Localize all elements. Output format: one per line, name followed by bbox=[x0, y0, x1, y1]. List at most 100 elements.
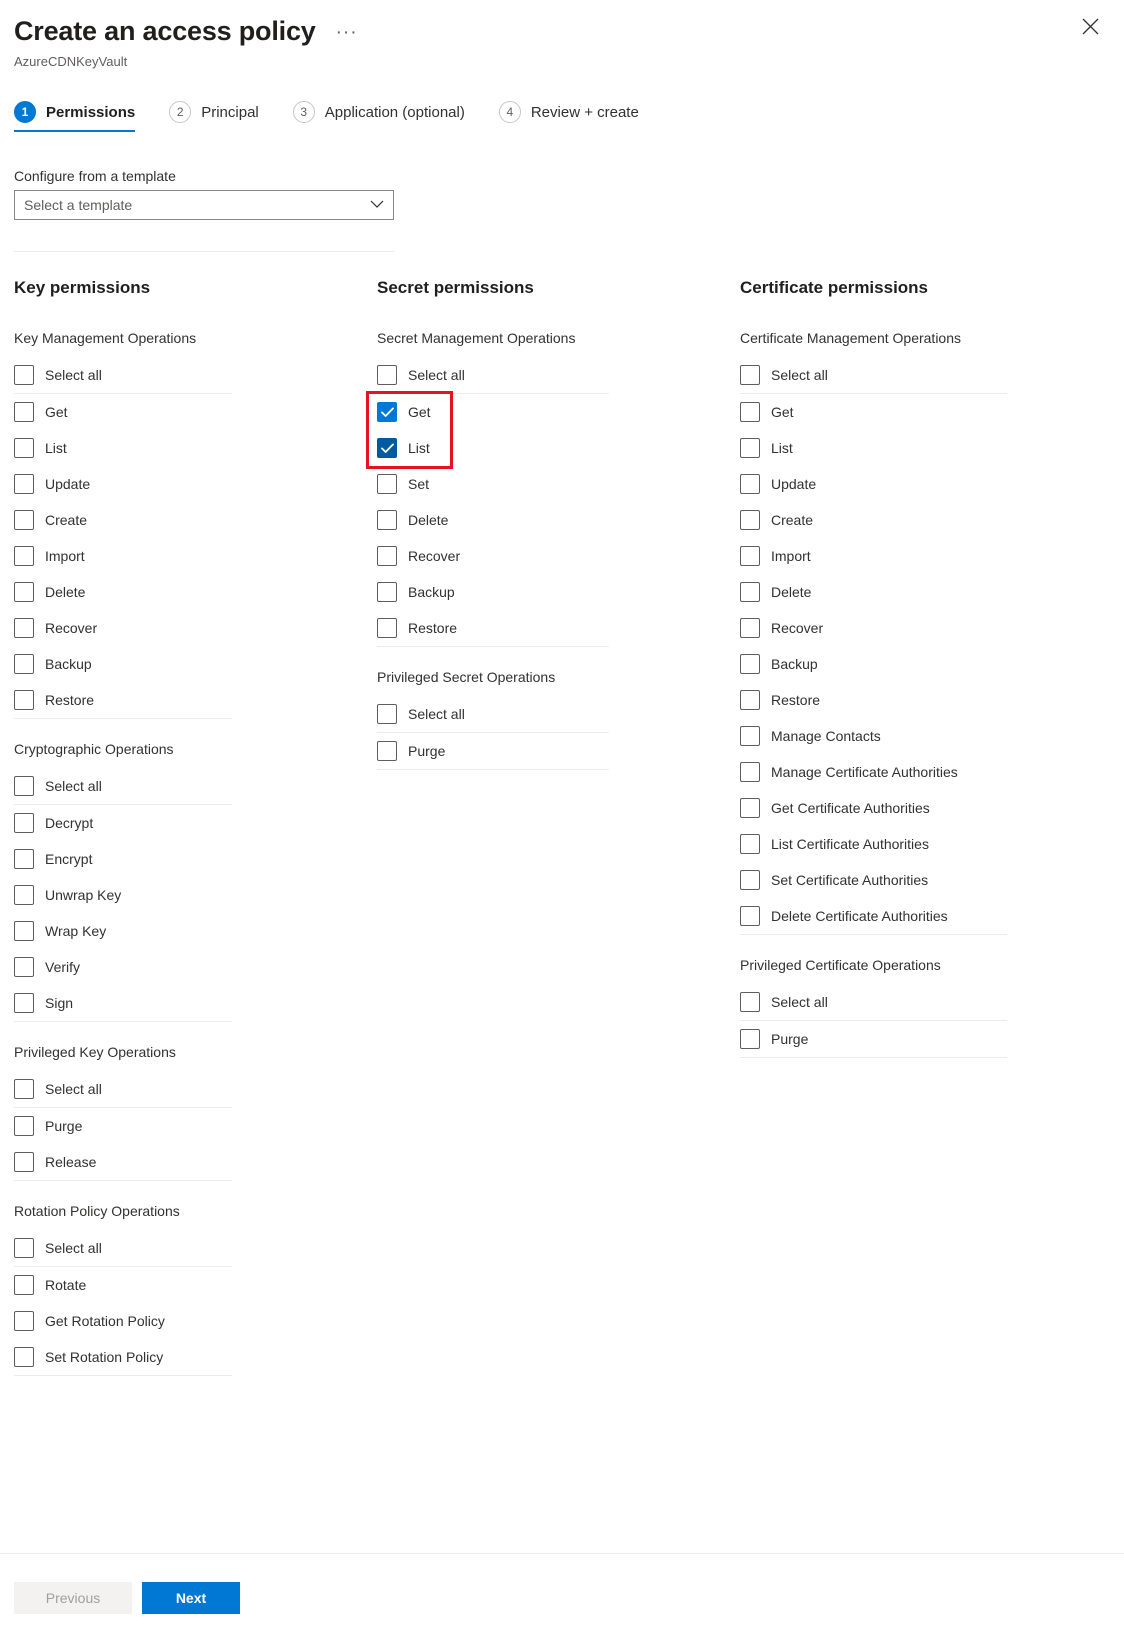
checkbox-list[interactable]: List bbox=[377, 430, 609, 466]
checkbox-icon[interactable] bbox=[377, 618, 397, 638]
tab-review-create[interactable]: 4 Review + create bbox=[498, 101, 639, 132]
checkbox-icon[interactable] bbox=[14, 474, 34, 494]
checkbox-restore[interactable]: Restore bbox=[740, 682, 1007, 718]
checkbox-delete-certificate-authorities[interactable]: Delete Certificate Authorities bbox=[740, 898, 1007, 934]
checkbox-sign[interactable]: Sign bbox=[14, 985, 232, 1021]
checkbox-icon[interactable] bbox=[740, 834, 760, 854]
checkbox-get-rotation-policy[interactable]: Get Rotation Policy bbox=[14, 1303, 232, 1339]
checkbox-icon[interactable] bbox=[14, 921, 34, 941]
tab-application[interactable]: 3 Application (optional) bbox=[292, 101, 465, 132]
checkbox-select-all[interactable]: Select all bbox=[377, 696, 609, 732]
checkbox-create[interactable]: Create bbox=[740, 502, 1007, 538]
checkbox-icon[interactable] bbox=[740, 762, 760, 782]
checkbox-list[interactable]: List bbox=[14, 430, 232, 466]
more-options-button[interactable]: ··· bbox=[332, 23, 362, 42]
checkbox-icon[interactable] bbox=[14, 438, 34, 458]
checkbox-icon[interactable] bbox=[740, 402, 760, 422]
checkbox-icon[interactable] bbox=[740, 365, 760, 385]
checkbox-icon[interactable] bbox=[740, 992, 760, 1012]
checkbox-rotate[interactable]: Rotate bbox=[14, 1267, 232, 1303]
checkbox-icon[interactable] bbox=[740, 690, 760, 710]
close-button[interactable] bbox=[1074, 10, 1106, 42]
checkbox-icon[interactable] bbox=[740, 906, 760, 926]
checkbox-select-all[interactable]: Select all bbox=[14, 1230, 232, 1266]
checkbox-icon[interactable] bbox=[14, 365, 34, 385]
checkbox-icon[interactable] bbox=[740, 726, 760, 746]
tab-principal[interactable]: 2 Principal bbox=[169, 101, 259, 132]
checkbox-icon[interactable] bbox=[14, 510, 34, 530]
checkbox-icon[interactable] bbox=[377, 546, 397, 566]
checkbox-icon[interactable] bbox=[14, 957, 34, 977]
checkbox-select-all[interactable]: Select all bbox=[740, 984, 1007, 1020]
checkbox-release[interactable]: Release bbox=[14, 1144, 232, 1180]
checkbox-restore[interactable]: Restore bbox=[377, 610, 609, 646]
checkbox-list-certificate-authorities[interactable]: List Certificate Authorities bbox=[740, 826, 1007, 862]
checkbox-icon[interactable] bbox=[740, 618, 760, 638]
checkbox-icon[interactable] bbox=[14, 1238, 34, 1258]
checkbox-verify[interactable]: Verify bbox=[14, 949, 232, 985]
checkbox-icon[interactable] bbox=[14, 1275, 34, 1295]
checkbox-manage-certificate-authorities[interactable]: Manage Certificate Authorities bbox=[740, 754, 1007, 790]
checkbox-delete[interactable]: Delete bbox=[377, 502, 609, 538]
tab-permissions[interactable]: 1 Permissions bbox=[14, 101, 136, 132]
checkbox-icon[interactable] bbox=[377, 582, 397, 602]
checkbox-icon[interactable] bbox=[740, 438, 760, 458]
checkbox-purge[interactable]: Purge bbox=[14, 1108, 232, 1144]
checkbox-backup[interactable]: Backup bbox=[14, 646, 232, 682]
checkbox-recover[interactable]: Recover bbox=[14, 610, 232, 646]
checkbox-icon[interactable] bbox=[740, 870, 760, 890]
checkbox-recover[interactable]: Recover bbox=[740, 610, 1007, 646]
checkbox-icon[interactable] bbox=[14, 1116, 34, 1136]
checkbox-backup[interactable]: Backup bbox=[740, 646, 1007, 682]
checkbox-icon[interactable] bbox=[740, 1029, 760, 1049]
checkbox-icon[interactable] bbox=[14, 402, 34, 422]
checkbox-icon[interactable] bbox=[377, 704, 397, 724]
checkbox-purge[interactable]: Purge bbox=[740, 1021, 1007, 1057]
next-button[interactable]: Next bbox=[142, 1582, 240, 1614]
checkbox-icon[interactable] bbox=[377, 438, 397, 458]
checkbox-icon[interactable] bbox=[377, 474, 397, 494]
checkbox-recover[interactable]: Recover bbox=[377, 538, 609, 574]
checkbox-get-certificate-authorities[interactable]: Get Certificate Authorities bbox=[740, 790, 1007, 826]
checkbox-backup[interactable]: Backup bbox=[377, 574, 609, 610]
checkbox-icon[interactable] bbox=[14, 993, 34, 1013]
checkbox-icon[interactable] bbox=[14, 1347, 34, 1367]
checkbox-icon[interactable] bbox=[740, 582, 760, 602]
checkbox-icon[interactable] bbox=[740, 474, 760, 494]
checkbox-import[interactable]: Import bbox=[14, 538, 232, 574]
checkbox-set-rotation-policy[interactable]: Set Rotation Policy bbox=[14, 1339, 232, 1375]
checkbox-icon[interactable] bbox=[14, 776, 34, 796]
checkbox-update[interactable]: Update bbox=[740, 466, 1007, 502]
checkbox-update[interactable]: Update bbox=[14, 466, 232, 502]
checkbox-create[interactable]: Create bbox=[14, 502, 232, 538]
checkbox-restore[interactable]: Restore bbox=[14, 682, 232, 718]
checkbox-icon[interactable] bbox=[14, 546, 34, 566]
checkbox-icon[interactable] bbox=[14, 885, 34, 905]
checkbox-select-all[interactable]: Select all bbox=[14, 768, 232, 804]
checkbox-icon[interactable] bbox=[14, 1079, 34, 1099]
checkbox-icon[interactable] bbox=[14, 690, 34, 710]
checkbox-icon[interactable] bbox=[14, 582, 34, 602]
checkbox-get[interactable]: Get bbox=[14, 394, 232, 430]
checkbox-icon[interactable] bbox=[14, 1152, 34, 1172]
checkbox-unwrap-key[interactable]: Unwrap Key bbox=[14, 877, 232, 913]
checkbox-select-all[interactable]: Select all bbox=[377, 357, 609, 393]
checkbox-icon[interactable] bbox=[740, 510, 760, 530]
checkbox-icon[interactable] bbox=[14, 849, 34, 869]
checkbox-icon[interactable] bbox=[377, 365, 397, 385]
checkbox-manage-contacts[interactable]: Manage Contacts bbox=[740, 718, 1007, 754]
checkbox-list[interactable]: List bbox=[740, 430, 1007, 466]
checkbox-icon[interactable] bbox=[377, 510, 397, 530]
checkbox-select-all[interactable]: Select all bbox=[14, 357, 232, 393]
checkbox-purge[interactable]: Purge bbox=[377, 733, 609, 769]
checkbox-wrap-key[interactable]: Wrap Key bbox=[14, 913, 232, 949]
checkbox-set[interactable]: Set bbox=[377, 466, 609, 502]
checkbox-decrypt[interactable]: Decrypt bbox=[14, 805, 232, 841]
checkbox-delete[interactable]: Delete bbox=[740, 574, 1007, 610]
checkbox-icon[interactable] bbox=[740, 654, 760, 674]
checkbox-set-certificate-authorities[interactable]: Set Certificate Authorities bbox=[740, 862, 1007, 898]
checkbox-icon[interactable] bbox=[740, 546, 760, 566]
checkbox-icon[interactable] bbox=[377, 741, 397, 761]
checkbox-delete[interactable]: Delete bbox=[14, 574, 232, 610]
checkbox-select-all[interactable]: Select all bbox=[14, 1071, 232, 1107]
